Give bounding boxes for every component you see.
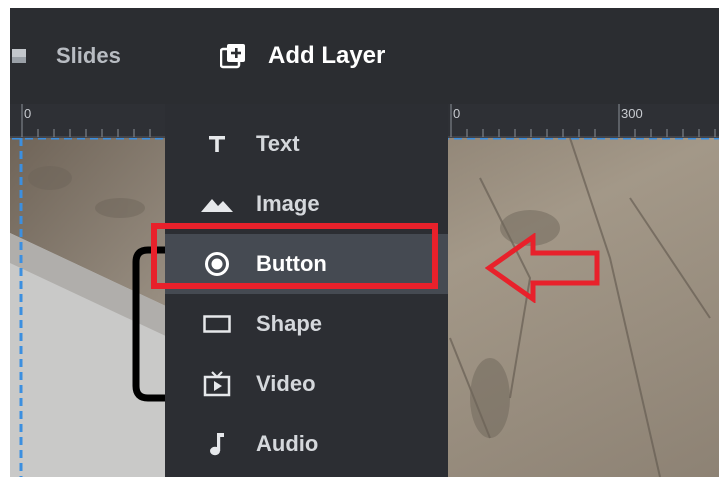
- menu-item-label: Image: [256, 191, 320, 216]
- annotation-arrow-icon: [485, 233, 600, 303]
- add-layer-menu: Text Image Button Shape Video Audio: [165, 104, 448, 477]
- rectangle-icon: [201, 308, 233, 340]
- ruler-label: 0: [24, 106, 32, 121]
- mountain-icon: [201, 188, 233, 220]
- menu-item-label: Video: [256, 371, 316, 396]
- image-icon: [12, 49, 26, 63]
- menu-item-text[interactable]: Text: [165, 114, 448, 174]
- top-toolbar: Slides Add Layer: [10, 8, 719, 104]
- menu-item-label: Shape: [256, 311, 323, 336]
- menu-item-audio[interactable]: Audio: [165, 414, 448, 474]
- menu-item-video[interactable]: Video: [165, 354, 448, 414]
- menu-item-label: Audio: [256, 431, 319, 456]
- tv-play-icon: [201, 368, 233, 400]
- annotation-highlight-box: [151, 223, 438, 289]
- menu-item-shape[interactable]: Shape: [165, 294, 448, 354]
- slides-button[interactable]: Slides: [10, 8, 121, 104]
- text-icon: [201, 128, 233, 160]
- slides-label: Slides: [56, 43, 121, 68]
- add-layer-icon: [219, 43, 246, 69]
- music-note-icon: [201, 428, 233, 460]
- add-layer-label: Add Layer: [268, 42, 386, 69]
- ruler-label: 300: [621, 106, 643, 121]
- editor-window: Slides Add Layer 0 0 300 Text Image Butt…: [10, 8, 719, 477]
- ruler-label: 0: [453, 106, 461, 121]
- menu-item-label: Text: [256, 131, 300, 156]
- add-layer-button[interactable]: Add Layer: [219, 8, 386, 104]
